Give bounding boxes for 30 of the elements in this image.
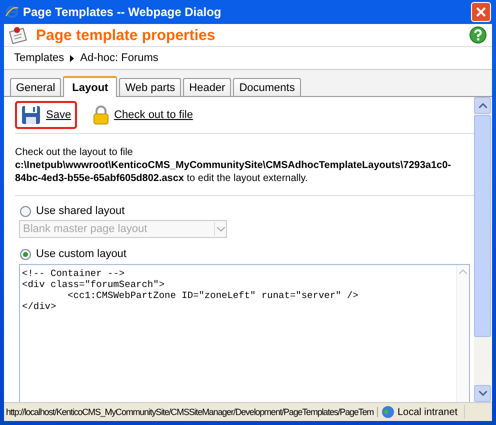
browser-icon — [5, 5, 19, 19]
padlock-icon — [93, 105, 110, 125]
page-title: Page template properties — [36, 26, 216, 44]
tab[interactable]: Web parts — [119, 78, 182, 96]
checkout-info-text: Check out the layout to file c:\Inetpub\wwwroot\KenticoCMS_MyCommunitySite\CMSAdhocTemplateLayouts\7293a1c0-84bc-4ed3-b55e-65abf605d802.ascx to edit the layout externally. — [15, 146, 452, 185]
scrollbar[interactable] — [456, 265, 469, 402]
help-icon[interactable] — [469, 26, 487, 44]
breadcrumb-current: Ad-hoc: Forums — [80, 52, 158, 64]
globe-icon — [380, 405, 394, 419]
radio-label: Use shared layout — [36, 205, 125, 217]
checkout-button[interactable]: Check out to file — [87, 101, 199, 129]
scroll-up-icon — [478, 103, 486, 108]
tab[interactable]: General — [10, 78, 62, 96]
close-icon — [476, 7, 486, 17]
scrollbar[interactable] — [474, 97, 491, 402]
save-button[interactable]: Save — [15, 101, 78, 129]
radio-button[interactable] — [20, 206, 31, 216]
tab[interactable]: Documents — [233, 78, 301, 96]
scroll-down-icon — [478, 391, 486, 396]
zone-label: Local intranet — [398, 406, 458, 418]
tab[interactable]: Header — [183, 78, 232, 96]
arrow-icon — [70, 54, 74, 62]
status-url: http://localhost/KenticoCMS_MyCommunitySite/CMSSiteManager/Development/PageTemplates/PageTem — [4, 407, 378, 417]
radio-label: Use custom layout — [36, 248, 126, 260]
close-button[interactable] — [471, 2, 491, 22]
breadcrumb-link[interactable]: Templates — [14, 52, 64, 64]
window-title: Page Templates -- Webpage Dialog — [23, 5, 222, 19]
radio-button[interactable] — [20, 248, 31, 260]
tab[interactable]: Layout — [63, 76, 118, 97]
scroll-up-icon — [459, 269, 467, 274]
